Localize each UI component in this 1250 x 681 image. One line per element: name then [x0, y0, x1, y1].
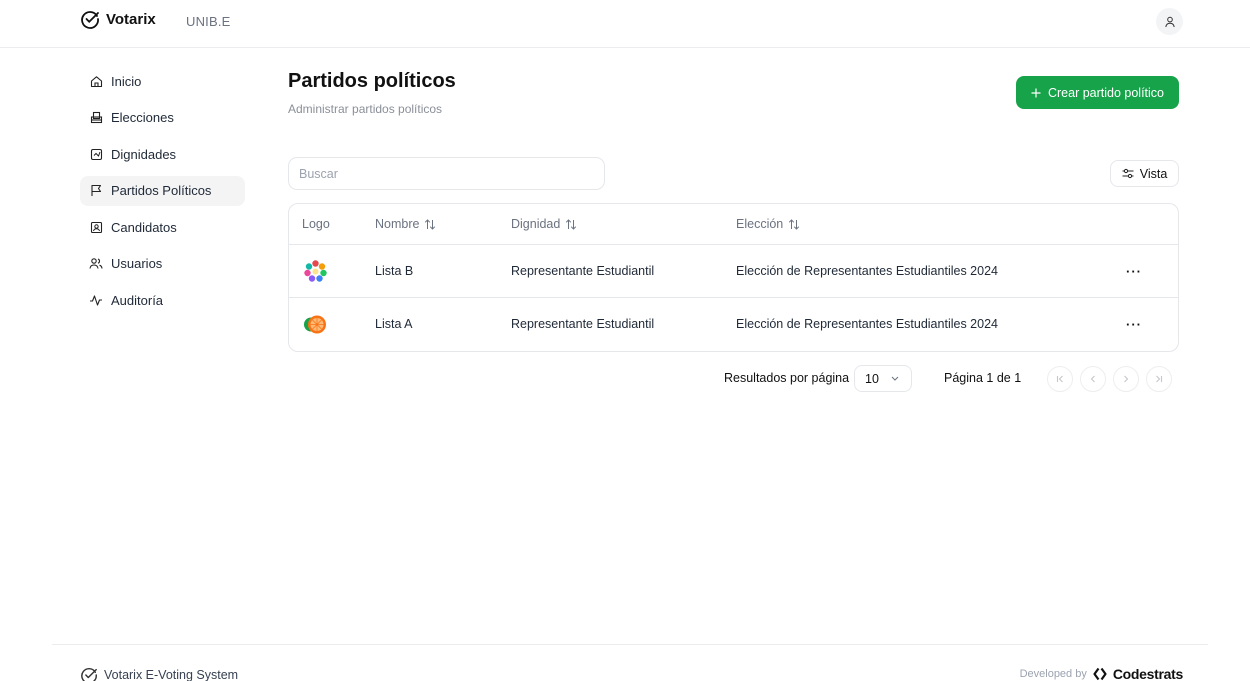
- chevron-right-icon: [1124, 375, 1129, 383]
- sidebar: Inicio Elecciones Dignidades Partidos Po…: [80, 66, 245, 322]
- row-actions-button[interactable]: ···: [1122, 259, 1146, 283]
- page-subtitle: Administrar partidos políticos: [288, 102, 443, 116]
- party-name: Lista B: [375, 264, 414, 278]
- footer-system-name: Votarix E-Voting System: [104, 668, 239, 681]
- column-header-label: Dignidad: [511, 217, 561, 231]
- footer: Votarix E-Voting System Developed by Cod…: [52, 644, 1208, 681]
- developer-credit[interactable]: Developed by Codestrats: [1019, 666, 1184, 681]
- parties-table: Logo Nombre Dignidad Elección Lista B Re…: [288, 203, 1179, 352]
- orange-fruit-logo: [304, 315, 326, 334]
- more-horizontal-icon: ···: [1126, 263, 1142, 279]
- sidebar-item-candidatos[interactable]: Candidatos: [80, 212, 245, 242]
- check-circle-logo-icon: [81, 668, 97, 681]
- page-title: Partidos políticos: [288, 70, 456, 92]
- ballot-box-icon: [89, 111, 103, 125]
- previous-page-button[interactable]: [1080, 366, 1106, 392]
- sidebar-item-label: Auditoría: [111, 292, 164, 308]
- search-input[interactable]: [288, 157, 605, 190]
- sidebar-item-dignidades[interactable]: Dignidades: [80, 139, 245, 169]
- app-name: Votarix: [106, 10, 156, 28]
- sidebar-item-elecciones[interactable]: Elecciones: [80, 103, 245, 133]
- checkbox-square-icon: [89, 147, 103, 161]
- sort-arrows-icon: [425, 218, 436, 230]
- sliders-icon: [1122, 168, 1134, 179]
- party-name: Lista A: [375, 317, 413, 331]
- column-header-dignidad[interactable]: Dignidad: [511, 217, 577, 231]
- sidebar-item-label: Usuarios: [111, 256, 163, 271]
- flag-icon: [89, 184, 103, 198]
- colorful-flower-logo: [304, 260, 327, 282]
- create-party-label: Crear partido político: [1047, 85, 1165, 100]
- page-info: Página 1 de 1: [944, 371, 1022, 385]
- party-dignity: Representante Estudiantil: [511, 264, 655, 278]
- party-dignity: Representante Estudiantil: [511, 317, 655, 331]
- rows-per-page-select[interactable]: 10: [854, 365, 912, 392]
- party-election: Elección de Representantes Estudiantiles…: [736, 317, 998, 331]
- company-name: Codestrats: [1112, 666, 1183, 681]
- sort-arrows-icon: [789, 218, 800, 230]
- column-header-eleccion[interactable]: Elección: [736, 217, 800, 231]
- next-page-button[interactable]: [1113, 366, 1139, 392]
- sidebar-item-auditoria[interactable]: Auditoría: [80, 285, 245, 315]
- brand[interactable]: Votarix: [80, 9, 156, 29]
- first-page-button[interactable]: [1047, 366, 1073, 392]
- plus-icon: [1031, 88, 1041, 97]
- chevrons-first-icon: [1056, 375, 1063, 383]
- column-header-label: Elección: [736, 217, 784, 231]
- user-menu-button[interactable]: [1156, 8, 1183, 35]
- sort-arrows-icon: [566, 218, 577, 230]
- sidebar-item-label: Elecciones: [111, 110, 174, 125]
- sidebar-item-label: Candidatos: [111, 219, 177, 235]
- chevron-down-icon: [891, 376, 899, 381]
- footer-brand: Votarix E-Voting System: [80, 666, 238, 681]
- column-header-nombre[interactable]: Nombre: [375, 217, 436, 231]
- sidebar-item-usuarios[interactable]: Usuarios: [80, 249, 245, 279]
- developed-by-label: Developed by: [1019, 668, 1087, 680]
- sidebar-item-label: Inicio: [111, 73, 142, 89]
- home-icon: [89, 74, 103, 88]
- column-header-logo: Logo: [302, 217, 330, 231]
- view-options-button[interactable]: Vista: [1110, 160, 1179, 187]
- party-election: Elección de Representantes Estudiantiles…: [736, 264, 998, 278]
- table-row[interactable]: Lista B Representante Estudiantil Elecci…: [289, 245, 1178, 298]
- user-icon: [1164, 16, 1175, 27]
- view-options-label: Vista: [1139, 166, 1168, 181]
- sidebar-item-label: Dignidades: [111, 146, 177, 162]
- top-bar: Votarix UNIB.E: [0, 0, 1250, 48]
- users-icon: [89, 257, 103, 271]
- sidebar-item-label: Partidos Políticos: [111, 183, 212, 198]
- create-party-button[interactable]: Crear partido político: [1016, 76, 1179, 109]
- more-horizontal-icon: ···: [1126, 316, 1142, 332]
- rows-per-page-value: 10: [865, 371, 879, 386]
- row-actions-button[interactable]: ···: [1122, 312, 1146, 336]
- codestrats-logo-icon: [1093, 667, 1107, 681]
- chevron-left-icon: [1090, 375, 1095, 383]
- rows-per-page-label: Resultados por página: [724, 371, 850, 385]
- organization-name: UNIB.E: [186, 14, 231, 29]
- table-row[interactable]: Lista A Representante Estudiantil Elecci…: [289, 298, 1178, 351]
- table-header: Logo Nombre Dignidad Elección: [289, 204, 1178, 245]
- last-page-button[interactable]: [1146, 366, 1172, 392]
- activity-icon: [89, 293, 103, 307]
- sidebar-item-inicio[interactable]: Inicio: [80, 66, 245, 96]
- sidebar-item-partidos-politicos[interactable]: Partidos Políticos: [80, 175, 245, 206]
- chevrons-last-icon: [1156, 375, 1163, 383]
- id-card-icon: [89, 220, 103, 234]
- column-header-label: Nombre: [375, 217, 420, 231]
- check-circle-logo-icon: [81, 11, 99, 29]
